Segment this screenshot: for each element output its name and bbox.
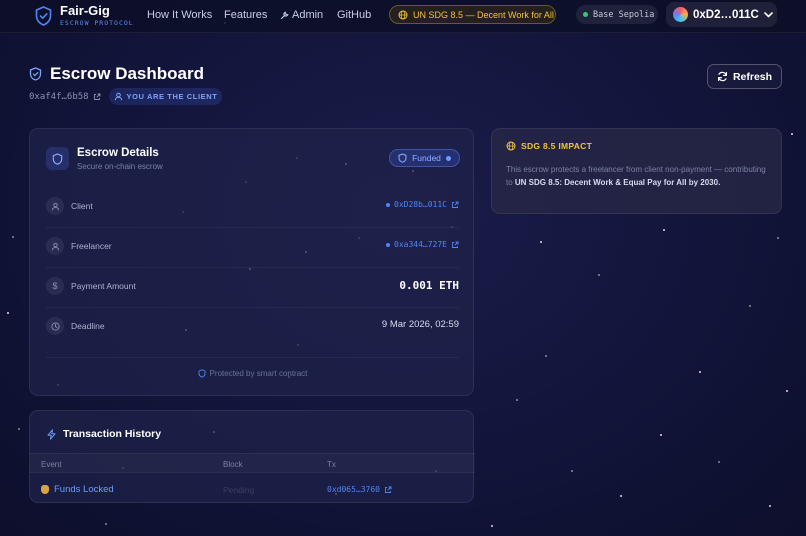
client-row: Client 0xD28b…011C <box>46 197 459 217</box>
role-badge: YOU ARE THE CLIENT <box>109 88 222 105</box>
wallet-avatar <box>673 7 688 22</box>
refresh-icon <box>717 71 727 82</box>
deadline-row: Deadline 9 Mar 2026, 02:59 <box>46 317 459 337</box>
divider <box>46 267 459 268</box>
escrow-details-title: Escrow Details <box>77 147 159 159</box>
user-icon <box>114 92 122 101</box>
payment-amount-value: 0.001 ETH <box>399 279 459 292</box>
page-title: Escrow Dashboard <box>29 64 204 84</box>
sdg-impact-title-text: SDG 8.5 IMPACT <box>521 141 593 151</box>
tx-hash-link[interactable]: 0xd065…3760 <box>327 485 392 494</box>
payment-amount-row: $ Payment Amount 0.001 ETH <box>46 277 459 297</box>
shield-check-icon <box>29 67 42 81</box>
event-name: Funds Locked <box>54 484 114 495</box>
freelancer-label: Freelancer <box>71 241 112 251</box>
brand-name: Fair-Gig <box>60 3 110 18</box>
divider <box>46 357 459 358</box>
column-header-event: Event <box>41 460 62 469</box>
user-icon <box>46 237 64 255</box>
clock-icon <box>46 317 64 335</box>
table-header: Event Block Tx <box>30 453 475 473</box>
sdg-impact-title: SDG 8.5 IMPACT <box>506 141 592 151</box>
page-title-text: Escrow Dashboard <box>50 64 204 83</box>
nav-link-features[interactable]: Features <box>224 9 267 21</box>
escrow-details-card: Escrow Details Secure on-chain escrow Fu… <box>29 128 474 396</box>
escrow-shield-icon <box>46 147 69 170</box>
shield-icon <box>198 369 206 378</box>
contract-address: 0xaf4f…6b58 <box>29 92 89 102</box>
tx-hash: 0xd065…3760 <box>327 485 380 494</box>
network-name: Base Sepolia <box>593 9 655 20</box>
network-status-dot <box>583 12 588 17</box>
sdg-impact-text-bold: UN SDG 8.5: Decent Work & Equal Pay for … <box>514 178 721 187</box>
nav-link-how-it-works[interactable]: How It Works <box>147 9 212 21</box>
address-dot <box>386 242 391 247</box>
transaction-history-title-text: Transaction History <box>63 428 162 440</box>
refresh-label: Refresh <box>732 70 773 83</box>
client-address: 0xD28b…011C <box>394 200 447 209</box>
block-cell: Pending <box>223 485 255 495</box>
globe-icon <box>506 141 516 151</box>
protected-note: Protected by smart contract <box>30 369 475 378</box>
freelancer-address: 0xa344…727E <box>394 240 447 249</box>
wallet-address: 0xD2…011C <box>693 8 759 21</box>
sdg-impact-card: SDG 8.5 IMPACT This escrow protects a fr… <box>491 128 782 214</box>
column-header-tx: Tx <box>327 460 336 469</box>
external-link-icon <box>93 93 101 100</box>
address-dot <box>386 202 391 207</box>
user-icon <box>46 197 64 215</box>
wallet-button[interactable]: 0xD2…011C <box>666 2 777 27</box>
sdg-badge[interactable]: UN SDG 8.5 — Decent Work for All <box>389 5 556 24</box>
nav-link-admin[interactable]: Admin <box>280 9 323 21</box>
freelancer-address-link[interactable]: 0xa344…727E <box>386 240 459 249</box>
shield-icon <box>398 153 407 163</box>
deadline-value: 9 Mar 2026, 02:59 <box>381 319 459 330</box>
external-link-icon <box>452 201 459 208</box>
wrench-icon <box>280 10 289 19</box>
network-indicator[interactable]: Base Sepolia <box>576 5 658 24</box>
globe-icon <box>398 10 408 19</box>
transaction-history-card: Transaction History Event Block Tx Funds… <box>29 410 475 503</box>
deadline-label: Deadline <box>71 321 105 331</box>
client-address-link[interactable]: 0xD28b…011C <box>386 200 459 209</box>
freelancer-row: Freelancer 0xa344…727E <box>46 237 459 257</box>
table-row: Funds Locked Pending 0xd065…3760 <box>30 473 475 503</box>
divider <box>46 227 459 228</box>
brand-subtitle: ESCROW PROTOCOL <box>60 19 134 27</box>
column-header-block: Block <box>223 460 243 469</box>
top-navbar: Fair-Gig ESCROW PROTOCOL How It Works Fe… <box>0 0 806 33</box>
external-link-icon <box>452 241 459 248</box>
dollar-icon: $ <box>46 277 64 295</box>
divider <box>46 307 459 308</box>
sdg-impact-text: This escrow protects a freelancer from c… <box>506 163 768 189</box>
nav-link-github[interactable]: GitHub <box>337 9 371 21</box>
payment-amount-label: Payment Amount <box>71 281 136 291</box>
protected-note-text: Protected by smart contract <box>209 369 308 378</box>
refresh-button[interactable]: Refresh <box>707 64 782 89</box>
event-cell: Funds Locked <box>41 484 114 495</box>
transaction-history-title: Transaction History <box>46 428 161 440</box>
contract-address-link[interactable]: 0xaf4f…6b58 <box>29 92 101 102</box>
role-badge-label: YOU ARE THE CLIENT <box>126 92 218 101</box>
nav-link-admin-label: Admin <box>292 9 324 21</box>
status-label: Funded <box>412 153 441 163</box>
status-badge: Funded <box>389 149 460 167</box>
escrow-details-subtitle: Secure on-chain escrow <box>77 162 163 171</box>
shield-icon <box>35 6 52 26</box>
sdg-badge-label: UN SDG 8.5 — Decent Work for All <box>413 9 554 20</box>
chevron-down-icon <box>764 11 773 17</box>
money-bag-icon <box>41 485 49 494</box>
activity-icon <box>47 428 56 440</box>
status-dot <box>445 155 451 161</box>
external-link-icon <box>385 486 392 493</box>
brand-logo[interactable]: Fair-Gig ESCROW PROTOCOL <box>35 4 134 28</box>
client-label: Client <box>71 201 93 211</box>
